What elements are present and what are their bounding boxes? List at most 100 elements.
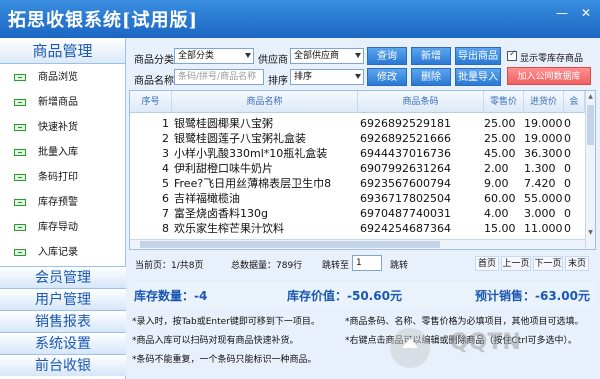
sidebar-item-batch-in[interactable]: 批量入库 <box>0 140 125 165</box>
vertical-scrollbar[interactable]: ▲ ▼ <box>585 91 595 249</box>
cell-name: 小样小乳酸330ml*10瓶礼盒装 <box>174 147 328 160</box>
public-db-button[interactable]: 加入公网数据库 <box>507 67 591 85</box>
sidebar-item-new-goods[interactable]: 新增商品 <box>0 90 125 115</box>
col-header-name[interactable]: 商品名称 <box>172 91 358 113</box>
sidebar-item-label: 条码打印 <box>38 172 78 183</box>
table-row[interactable]: 2 银鹭桂圆莲子八宝粥礼盒装 6926892521666 25.00 19.000 0 <box>130 132 585 146</box>
sidebar-item-restock[interactable]: 快速补货 <box>0 115 125 140</box>
add-button[interactable]: 新增 <box>411 47 451 65</box>
item-icon <box>14 124 26 131</box>
current-page-text: 当前页：1/共8页 <box>135 261 204 271</box>
scroll-up-icon[interactable]: ▲ <box>587 93 594 101</box>
sidebar-header-goods[interactable]: 商品管理 <box>0 38 125 64</box>
cell-member: 0 <box>564 192 571 205</box>
item-icon <box>14 249 26 256</box>
next-page-button[interactable]: 下一页 <box>533 256 563 271</box>
last-page-button[interactable]: 末页 <box>565 256 589 271</box>
cell-retail-price: 45.00 <box>484 147 516 160</box>
table-row[interactable]: 5 Free?飞日用丝薄棉表层卫生巾8 6923567600794 9.00 7.420… <box>130 177 585 191</box>
cell-retail-price: 2.00 <box>484 162 509 175</box>
cell-member: 0 <box>564 147 571 160</box>
note-unique-barcode: *条码不能重复，一个条码只能标识一种商品。 <box>132 355 317 365</box>
cell-name: 富圣烧卤香料130g <box>174 207 268 220</box>
item-icon <box>14 74 26 81</box>
col-header-member[interactable]: 会 <box>564 91 585 113</box>
note-tab-enter: *录入时，按Tab或Enter键即可移到下一项目。 <box>132 317 320 327</box>
sidebar-group-users[interactable]: 用户管理 <box>0 288 126 310</box>
cell-member: 0 <box>564 162 571 175</box>
cell-retail-price: 25.00 <box>484 117 516 130</box>
col-header-retail-price[interactable]: 零售价 <box>484 91 524 113</box>
sidebar-group-pos[interactable]: 前台收银 <box>0 354 126 376</box>
supplier-select[interactable]: 全部供应商 <box>290 48 364 64</box>
batch-import-button[interactable]: 批量导入 <box>455 68 501 86</box>
table-row[interactable]: 1 银鹭桂圆椰果八宝粥 6926892529181 25.00 19.000 0 <box>130 117 585 131</box>
expected-sales: 预计销售：-63.00元 <box>475 289 590 303</box>
cell-index: 4 <box>162 162 169 175</box>
summary-bar: 库存数量：-4 库存价值：-50.60元 预计销售：-63.00元 <box>129 283 596 307</box>
sidebar-group-members[interactable]: 会员管理 <box>0 266 126 288</box>
category-select[interactable]: 全部分类 <box>174 48 254 64</box>
sidebar-item-stock-alert[interactable]: 库存预警 <box>0 190 125 215</box>
cell-index: 3 <box>162 147 169 160</box>
sidebar-group-sales-report[interactable]: 销售报表 <box>0 310 126 332</box>
close-icon[interactable]: ✕ <box>578 6 594 20</box>
cell-barcode: 6926892521666 <box>360 132 451 145</box>
horizontal-scrollbar[interactable] <box>130 239 585 249</box>
table-row[interactable]: 4 伊利甜橙口味牛奶片 6907992631264 2.00 1.300 0 <box>130 162 585 176</box>
cell-retail-price: 25.00 <box>484 132 516 145</box>
cell-cost-price: 7.420 <box>524 177 556 190</box>
zero-stock-label: 显示零库存商品 <box>520 54 584 64</box>
goods-table: 序号 商品名称 商品条码 零售价 进货价 会 1 银鹭桂圆椰果八宝粥 6926892… <box>129 90 596 250</box>
delete-button[interactable]: 删除 <box>411 68 451 86</box>
category-label: 商品分类 <box>134 55 174 66</box>
cell-cost-price: 11.000 <box>524 222 563 235</box>
col-header-cost-price[interactable]: 进货价 <box>524 91 564 113</box>
sidebar-item-browse[interactable]: 商品浏览 <box>0 65 125 90</box>
query-button[interactable]: 查询 <box>367 47 407 65</box>
sidebar-group-settings[interactable]: 系统设置 <box>0 332 126 354</box>
name-label: 商品名称 <box>134 76 174 87</box>
name-search-input[interactable]: 条码/拼号/商品名称 <box>174 69 264 85</box>
export-goods-button[interactable]: 导出商品 <box>455 47 501 65</box>
sort-select[interactable]: 排序 <box>290 69 364 85</box>
sidebar-item-label: 新增商品 <box>38 97 78 108</box>
note-scan-restock: *商品入库可以扫码对现有商品快速补货。 <box>132 336 299 346</box>
sidebar-item-label: 库存预警 <box>38 197 78 208</box>
cell-name: 银鹭桂圆莲子八宝粥礼盒装 <box>174 132 306 145</box>
cell-member: 0 <box>564 132 571 145</box>
item-icon <box>14 149 26 156</box>
app-title: 拓思收银系统[试用版] <box>8 10 199 31</box>
cell-index: 6 <box>162 192 169 205</box>
cell-index: 1 <box>162 117 169 130</box>
table-row[interactable]: 6 吉祥福橄榄油 6936717802504 60.00 55.000 0 <box>130 192 585 206</box>
cell-index: 8 <box>162 222 169 235</box>
col-header-barcode[interactable]: 商品条码 <box>358 91 484 113</box>
cell-member: 0 <box>564 177 571 190</box>
first-page-button[interactable]: 首页 <box>475 256 499 271</box>
table-row[interactable]: 3 小样小乳酸330ml*10瓶礼盒装 6944437016736 45.00 36.3… <box>130 147 585 161</box>
sidebar-item-barcode-print[interactable]: 条码打印 <box>0 165 125 190</box>
cell-cost-price: 19.000 <box>524 132 563 145</box>
table-header: 序号 商品名称 商品条码 零售价 进货价 会 <box>130 91 595 113</box>
zero-stock-checkbox[interactable] <box>507 49 517 61</box>
table-row[interactable]: 8 欢乐家生榨芒果汁饮料 6924254687364 15.00 11.000 0 <box>130 222 585 236</box>
col-header-index[interactable]: 序号 <box>130 91 172 113</box>
sidebar-item-stock-move[interactable]: 库存导动 <box>0 215 125 240</box>
scroll-thumb[interactable] <box>140 241 440 248</box>
sidebar-item-in-records[interactable]: 入库记录 <box>0 240 125 265</box>
cell-barcode: 6970487740031 <box>360 207 451 220</box>
jump-button[interactable]: 跳转 <box>390 258 408 271</box>
jump-label: 跳转至 <box>322 261 350 271</box>
table-row[interactable]: 7 富圣烧卤香料130g 6970487740031 4.00 3.000 0 <box>130 207 585 221</box>
cell-barcode: 6944437016736 <box>360 147 451 160</box>
edit-button[interactable]: 修改 <box>367 68 407 86</box>
chevron-down-icon <box>245 53 251 58</box>
minimize-icon[interactable]: — <box>554 6 570 20</box>
scroll-down-icon[interactable]: ▼ <box>587 229 594 237</box>
scroll-thumb[interactable] <box>587 105 594 145</box>
sidebar-item-label: 商品浏览 <box>38 72 78 83</box>
cell-cost-price: 55.000 <box>524 192 563 205</box>
jump-page-input[interactable]: 1 <box>352 255 382 271</box>
prev-page-button[interactable]: 上一页 <box>501 256 531 271</box>
